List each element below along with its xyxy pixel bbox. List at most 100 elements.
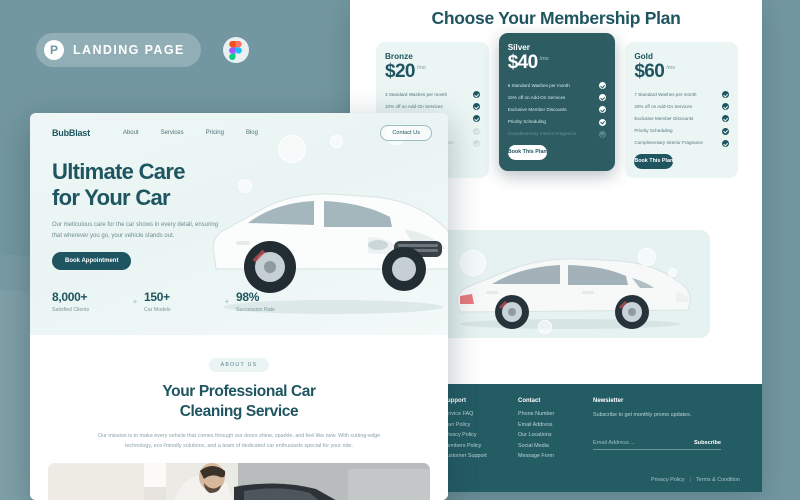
plan-feature: 3 Standard Washes per month (385, 90, 480, 98)
nav-link-pricing[interactable]: Pricing (206, 130, 224, 136)
plan-feature-label: 10% off on Add-On Services (385, 103, 443, 109)
plan-price: $20 (385, 61, 416, 82)
plan-name: Silver (507, 43, 530, 52)
plan-feature: 15% off on Add-On Services (507, 94, 607, 102)
book-plan-button[interactable]: Book This Plan (634, 153, 674, 169)
stat-value: 98% (236, 290, 260, 304)
plan-feature: 7 Standard Washes per month (634, 90, 729, 98)
stat-separator: + (132, 297, 138, 306)
bubble-icon (538, 320, 552, 334)
plan-feature-label: 20% off on Add-On Services (634, 103, 692, 109)
landing-page-badge: P LANDING PAGE (36, 33, 201, 67)
footer-link[interactable]: Service FAQ (443, 411, 518, 417)
plan-name: Gold (634, 52, 653, 61)
footer-column-heading: Contact (518, 398, 541, 404)
stats-row: 8,000+ Satisfied Clients + 150+ Car Mode… (52, 290, 310, 313)
plan-feature: Complimentary Interior Fragrance (508, 130, 607, 138)
about-heading: Your Professional Car Cleaning Service (162, 383, 316, 420)
landing-page-label: LANDING PAGE (73, 43, 185, 57)
check-icon (472, 103, 480, 111)
plan-feature: Complimentary Interior Fragrance (634, 139, 729, 147)
figma-icon[interactable] (222, 37, 249, 63)
plan-feature: 10% off on Add-On Services (385, 103, 480, 111)
newsletter-subscribe-button[interactable]: Subscribe (694, 440, 721, 446)
stat-value: 8,000+ (52, 290, 88, 304)
check-icon (599, 94, 607, 102)
check-icon (722, 103, 729, 111)
check-icon (722, 139, 729, 147)
badge-row: P LANDING PAGE (36, 33, 249, 67)
about-section: ABOUT US Your Professional Car Cleaning … (30, 335, 448, 500)
footer-link[interactable]: Email Address (518, 422, 593, 428)
plan-features: 7 Standard Washes per month 20% off on A… (634, 90, 729, 147)
check-icon (599, 118, 607, 126)
book-appointment-button[interactable]: Book Appointment (52, 252, 132, 271)
stat-label: Car Models (144, 307, 171, 313)
plan-card-silver[interactable]: Silver $40 /mo 5 Standard Washes per mon… (498, 33, 616, 171)
bubble-icon (668, 268, 677, 277)
plan-price: $40 (507, 52, 539, 73)
footer-link[interactable]: Our Locations (518, 432, 593, 438)
plan-feature-label: 15% off on Add-On Services (507, 94, 566, 100)
footer-column-heading: Newsletter (593, 398, 624, 404)
book-plan-button[interactable]: Book This Plan (507, 144, 547, 160)
plan-feature: Exclusive Member Discounts (507, 106, 607, 114)
nav-link-services[interactable]: Services (161, 130, 184, 136)
terms-link[interactable]: Terms & Condition (696, 477, 740, 483)
footer-link[interactable]: Phone Number (518, 411, 593, 417)
plan-feature-label: Exclusive Member Discounts (634, 116, 694, 122)
privacy-policy-link[interactable]: Privacy Policy (651, 477, 685, 483)
logo-mark-icon: P (44, 40, 64, 60)
about-photo (48, 462, 430, 500)
check-icon (472, 90, 480, 98)
plan-feature-label: Priority Scheduling (507, 119, 546, 125)
newsletter-subtitle: Subscribe to get monthly promo updates. (593, 412, 692, 418)
newsletter-form: Email Address ... Subscribe (593, 440, 721, 451)
footer-column-support: Support Service FAQ User Policy Privacy … (443, 398, 518, 464)
footer-link[interactable]: User Policy (443, 422, 518, 428)
plan-feature-label: 7 Standard Washes per month (634, 91, 697, 97)
plan-price-row: $60 /mo (634, 62, 729, 82)
newsletter-email-input[interactable]: Email Address ... (593, 440, 635, 446)
plan-name: Bronze (385, 52, 413, 61)
footer-column-newsletter: Newsletter Subscribe to get monthly prom… (593, 398, 721, 464)
footer-column-contact: Contact Phone Number Email Address Our L… (518, 398, 593, 464)
footer-link[interactable]: Message Form (518, 453, 593, 459)
legal-separator: | (689, 477, 691, 483)
footer-legal: Privacy Policy | Terms & Condition (651, 477, 740, 483)
plan-feature: 5 Standard Washes per month (508, 81, 607, 89)
footer-link[interactable]: Customer Support (443, 453, 518, 459)
about-us-pill: ABOUT US (208, 358, 270, 372)
plan-feature: Exclusive Member Discounts (634, 115, 729, 123)
stat-item: 98% Succession Rate (236, 290, 310, 313)
footer-link[interactable]: Social Media (518, 443, 593, 449)
plan-feature-label: Priority Scheduling (634, 128, 673, 134)
contact-us-button[interactable]: Contact Us (380, 125, 432, 141)
plan-card-gold[interactable]: Gold $60 /mo 7 Standard Washes per month… (625, 42, 738, 178)
plan-price: $60 (634, 61, 665, 82)
check-icon (472, 115, 480, 123)
hero-paragraph: Our meticulous care for the car shows in… (52, 222, 219, 239)
brand-logo[interactable]: BubBlast (52, 128, 90, 138)
footer-link[interactable]: Members Policy (443, 443, 518, 449)
plan-price-row: $40 /mo (508, 53, 607, 73)
check-icon (722, 127, 729, 135)
hero-copy: Ultimate Care for Your Car Our meticulou… (52, 159, 252, 271)
plan-feature: Priority Scheduling (507, 118, 607, 126)
check-icon-disabled (472, 127, 480, 135)
plan-feature-label: Complimentary Interior Fragrance (634, 140, 703, 146)
plan-period: /mo (416, 65, 426, 71)
nav-link-blog[interactable]: Blog (246, 130, 258, 136)
plan-feature: Priority Scheduling (634, 127, 729, 135)
nav-link-about[interactable]: About (123, 130, 139, 136)
stat-item: 150+ Car Models (144, 290, 218, 313)
footer-link[interactable]: Privacy Policy (443, 432, 518, 438)
plan-feature: 20% off on Add-On Services (634, 103, 729, 111)
screenshot-root: P LANDING PAGE Choose Your Membership Pl… (0, 0, 800, 500)
plan-period: /mo (539, 56, 549, 62)
check-icon-disabled (472, 139, 480, 147)
check-icon (599, 81, 607, 89)
footer-column-heading: Support (443, 398, 466, 404)
plan-feature-label: Exclusive Member Discounts (507, 107, 567, 113)
check-icon (722, 90, 729, 98)
